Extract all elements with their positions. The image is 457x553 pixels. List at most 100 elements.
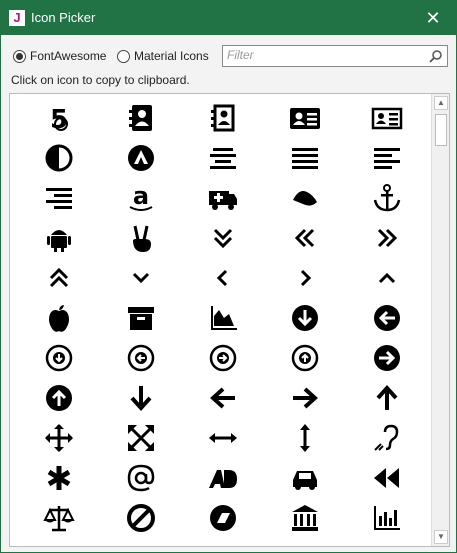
icon-cell-angle-down[interactable] <box>100 258 182 298</box>
arrow-right-icon <box>293 387 318 409</box>
fontawesome-radio-label: FontAwesome <box>30 49 107 63</box>
icon-cell-arrow-right[interactable] <box>264 378 346 418</box>
address-card-o-icon <box>371 107 403 130</box>
at-icon <box>127 464 155 492</box>
icon-cell-archive[interactable] <box>100 298 182 338</box>
icon-cell-address-book-o[interactable] <box>182 98 264 138</box>
icon-cell-angle-double-left[interactable] <box>264 218 346 258</box>
asterisk-icon <box>47 466 71 490</box>
arrow-circle-o-down-icon <box>45 344 73 372</box>
icon-cell-arrow-circle-right[interactable] <box>346 338 428 378</box>
icon-cell-align-right[interactable] <box>18 178 100 218</box>
icon-cell-balance-scale[interactable] <box>18 498 100 538</box>
icon-cell-angle-up[interactable] <box>346 258 428 298</box>
icon-cell-bank[interactable] <box>264 498 346 538</box>
amazon-icon: a <box>129 182 153 211</box>
icon-cell-arrow-circle-o-down[interactable] <box>18 338 100 378</box>
filter-input[interactable] <box>223 46 417 64</box>
angle-left-icon <box>216 269 228 287</box>
align-center-icon <box>210 148 236 169</box>
icon-cell-ban[interactable] <box>100 498 182 538</box>
icon-cell-audio-description[interactable] <box>182 458 264 498</box>
icon-cell-arrow-circle-o-right[interactable] <box>182 338 264 378</box>
icon-cell-arrow-circle-o-left[interactable] <box>100 338 182 378</box>
icon-cell-angle-left[interactable] <box>182 258 264 298</box>
icon-cell-anchor[interactable] <box>346 178 428 218</box>
radio-selected-icon <box>13 49 26 63</box>
adn-icon <box>128 145 154 171</box>
icon-cell-automobile[interactable] <box>264 458 346 498</box>
backward-icon <box>374 468 399 488</box>
icon-cell-500px[interactable]: 5 <box>18 98 100 138</box>
icon-cell-arrow-left[interactable] <box>182 378 264 418</box>
icon-cell-bar-chart[interactable] <box>346 498 428 538</box>
android-icon <box>47 230 71 252</box>
window-title: Icon Picker <box>31 10 96 25</box>
fontawesome-radio[interactable]: FontAwesome <box>13 49 106 63</box>
align-justify-icon <box>292 148 318 169</box>
automobile-icon <box>293 471 317 490</box>
icon-cell-apple[interactable] <box>18 298 100 338</box>
angle-double-up-icon <box>49 267 69 288</box>
icon-cell-arrows-h[interactable] <box>182 418 264 458</box>
icon-cell-align-center[interactable] <box>182 138 264 178</box>
icon-cell-adjust[interactable] <box>18 138 100 178</box>
icon-cell-address-book[interactable] <box>100 98 182 138</box>
icon-cell-backward[interactable] <box>346 458 428 498</box>
icon-cell-angle-double-up[interactable] <box>18 258 100 298</box>
apple-icon <box>49 305 69 332</box>
icon-cell-align-justify[interactable] <box>264 138 346 178</box>
icon-cell-arrows[interactable] <box>18 418 100 458</box>
icon-cell-area-chart[interactable] <box>182 298 264 338</box>
icon-cell-address-card-o[interactable] <box>346 98 428 138</box>
scroll-up-icon[interactable]: ▲ <box>434 96 448 110</box>
icon-cell-american-sign-language-interpreting[interactable] <box>264 178 346 218</box>
icon-cell-arrow-circle-up[interactable] <box>18 378 100 418</box>
icon-cell-asterisk[interactable] <box>18 458 100 498</box>
icon-cell-align-left[interactable] <box>346 138 428 178</box>
icon-cell-bandcamp[interactable] <box>182 498 264 538</box>
icon-cell-assistive-listening-systems[interactable] <box>346 418 428 458</box>
icon-cell-ambulance[interactable] <box>182 178 264 218</box>
icon-cell-arrows-v[interactable] <box>264 418 346 458</box>
bank-icon <box>292 505 318 531</box>
500px-icon: 5 <box>50 105 68 134</box>
scroll-down-icon[interactable]: ▼ <box>434 530 448 544</box>
arrow-circle-left-icon <box>374 305 400 331</box>
icon-cell-address-card[interactable] <box>264 98 346 138</box>
icon-cell-angellist[interactable] <box>100 218 182 258</box>
icon-cell-angle-double-right[interactable] <box>346 218 428 258</box>
arrows-v-icon <box>300 424 310 452</box>
options-bar: FontAwesome Material Icons Click on icon… <box>1 35 456 91</box>
icon-cell-angle-double-down[interactable] <box>182 218 264 258</box>
icon-cell-arrow-down[interactable] <box>100 378 182 418</box>
close-button[interactable]: ✕ <box>419 4 447 32</box>
arrows-h-icon <box>209 433 237 443</box>
bandcamp-icon <box>210 505 236 531</box>
icon-cell-at[interactable] <box>100 458 182 498</box>
assistive-listening-systems-icon <box>374 424 399 451</box>
archive-icon <box>128 307 154 330</box>
scroll-thumb[interactable] <box>435 114 447 146</box>
icon-cell-arrow-circle-left[interactable] <box>346 298 428 338</box>
icon-cell-arrow-circle-o-up[interactable] <box>264 338 346 378</box>
material-icons-radio[interactable]: Material Icons <box>117 49 209 63</box>
arrows-icon <box>45 424 73 452</box>
filter-field[interactable] <box>222 45 448 67</box>
icon-cell-android[interactable] <box>18 218 100 258</box>
angle-up-icon <box>378 272 396 284</box>
icon-cell-arrow-circle-down[interactable] <box>264 298 346 338</box>
arrow-circle-up-icon <box>46 385 72 411</box>
angle-double-left-icon <box>294 228 315 248</box>
icon-cell-arrows-alt[interactable] <box>100 418 182 458</box>
icon-cell-adn[interactable] <box>100 138 182 178</box>
arrow-circle-down-icon <box>292 305 318 331</box>
vertical-scrollbar[interactable]: ▲ ▼ <box>431 94 449 546</box>
align-right-icon <box>46 188 72 209</box>
arrow-left-icon <box>210 387 235 409</box>
icon-picker-window: J Icon Picker ✕ FontAwesome Material Ico… <box>0 0 457 553</box>
icon-cell-amazon[interactable]: a <box>100 178 182 218</box>
icon-cell-arrow-up[interactable] <box>346 378 428 418</box>
icon-cell-angle-right[interactable] <box>264 258 346 298</box>
search-icon[interactable] <box>429 49 443 63</box>
